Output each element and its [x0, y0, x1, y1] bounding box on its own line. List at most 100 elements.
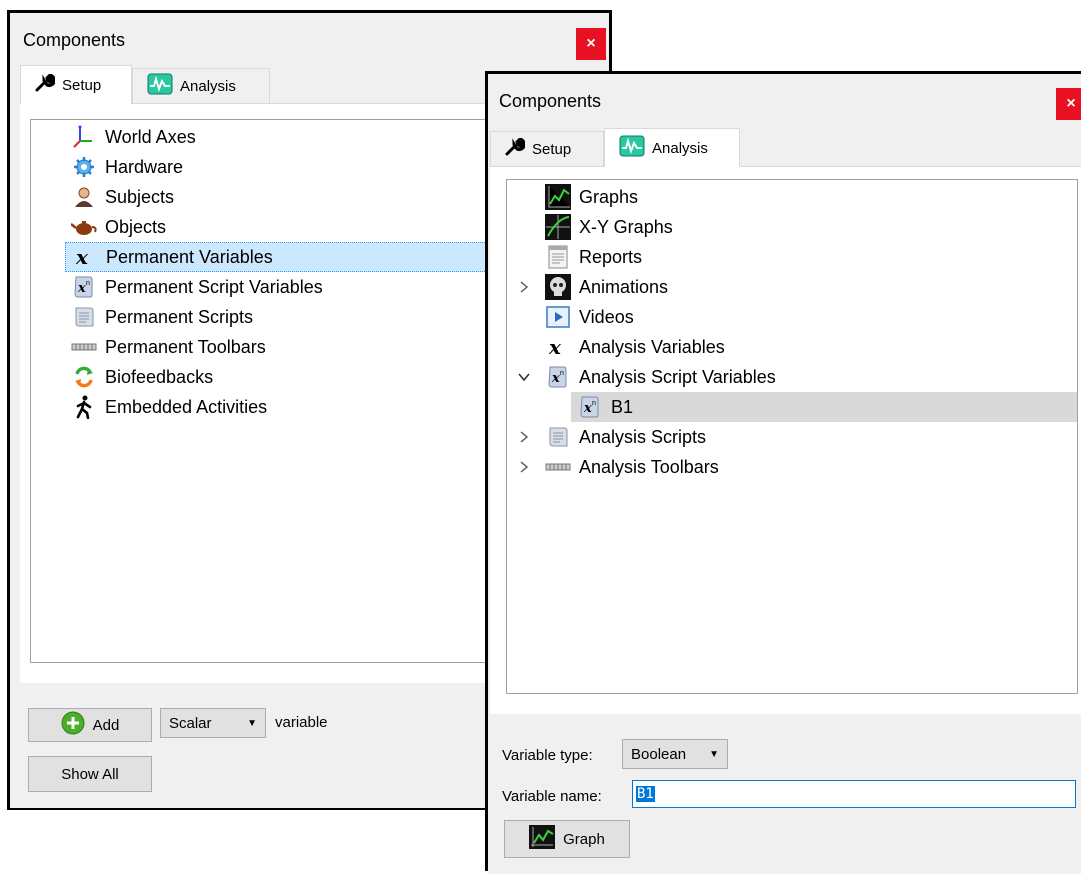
close-button[interactable]: × [1056, 88, 1081, 120]
tree-item-label: Permanent Variables [106, 246, 273, 267]
tree-item-label: B1 [611, 396, 634, 417]
tree-item[interactable]: x n B1 [571, 392, 1077, 422]
show-all-button[interactable]: Show All [28, 756, 152, 792]
scroll-icon [71, 304, 97, 330]
add-button[interactable]: Add [28, 708, 152, 742]
graph-button[interactable]: Graph [504, 820, 630, 858]
tree-item-label: Objects [105, 216, 167, 237]
tree-item-label: World Axes [105, 126, 196, 147]
chevron-right-icon[interactable] [517, 430, 531, 444]
tab-analysis[interactable]: Analysis [604, 128, 740, 167]
tree-item[interactable]: x Analysis Variables [507, 332, 1077, 362]
tree-item-label: Graphs [579, 186, 639, 207]
tree-item[interactable]: x n Analysis Script Variables [507, 362, 1077, 392]
tree-item-label: Permanent Script Variables [105, 276, 323, 297]
teapot-icon [71, 214, 97, 240]
dropdown-arrow-icon: ▼ [709, 748, 719, 760]
svg-text:x: x [75, 245, 89, 269]
tab-setup[interactable]: Setup [490, 131, 604, 166]
tab-analysis[interactable]: Analysis [132, 68, 270, 103]
waveform-icon [147, 73, 173, 99]
close-icon: × [1066, 95, 1076, 112]
tree-item[interactable]: Videos [507, 302, 1077, 332]
script-variable-icon: xn [577, 394, 603, 420]
script-variable-icon: xn [545, 364, 571, 390]
tree-item[interactable]: X-Y Graphs [507, 212, 1077, 242]
variable-type-label: Variable type: [502, 747, 593, 764]
tree-item-label: Reports [579, 246, 643, 267]
tree-item-label: Analysis Variables [579, 336, 725, 357]
add-button-label: Add [92, 716, 120, 734]
xy-graph-icon [545, 214, 571, 240]
variable-type-select[interactable]: Boolean ▼ [622, 739, 728, 769]
variable-type-select-value: Scalar [169, 714, 212, 732]
person-icon [71, 184, 97, 210]
tab-setup-label: Setup [532, 140, 572, 158]
variable-x-icon: x [72, 244, 98, 270]
chevron-right-icon[interactable] [517, 280, 531, 294]
component-tree[interactable]: Graphs X-Y Graphs Reports Animations Videos x… [506, 179, 1078, 694]
window-title: Components [23, 30, 126, 50]
tree-item[interactable]: Animations [507, 272, 1077, 302]
graph-button-label: Graph [563, 830, 605, 848]
svg-text:x: x [551, 371, 560, 386]
tree-item-label: X-Y Graphs [579, 216, 673, 237]
close-button[interactable]: × [576, 28, 606, 60]
video-icon [545, 304, 571, 330]
title-bar[interactable]: Components × [10, 13, 609, 63]
scroll-icon [545, 424, 571, 450]
svg-text:x: x [77, 281, 86, 296]
graph-icon [529, 825, 556, 853]
toolbar-icon [545, 454, 571, 480]
show-all-button-label: Show All [61, 765, 119, 783]
variable-type-select-value: Boolean [631, 745, 687, 763]
gear-icon [71, 154, 97, 180]
svg-text:x: x [583, 401, 592, 416]
chevron-down-icon[interactable] [517, 370, 531, 384]
skull-icon [545, 274, 571, 300]
title-bar[interactable]: Components × [488, 74, 1081, 124]
variable-name-field[interactable]: B1 [632, 780, 1076, 808]
tree-item-label: Analysis Toolbars [579, 456, 719, 477]
tree-item[interactable]: Analysis Toolbars [507, 452, 1077, 482]
tab-analysis-label: Analysis [652, 139, 708, 157]
variable-type-select[interactable]: Scalar ▼ [160, 708, 266, 738]
tab-bar: Setup Analysis [490, 128, 1081, 167]
axes-icon [71, 124, 97, 150]
tree-item[interactable]: Reports [507, 242, 1077, 272]
tree-item-label: Permanent Toolbars [105, 336, 266, 357]
bottom-panel: Variable type: Boolean ▼ Variable name: … [488, 714, 1081, 874]
svg-text:x: x [548, 335, 562, 359]
dropdown-arrow-icon: ▼ [247, 717, 257, 729]
tree-item-label: Subjects [105, 186, 175, 207]
tree-item-label: Analysis Script Variables [579, 366, 776, 387]
toolbar-icon [71, 334, 97, 360]
variable-x-icon: x [545, 334, 571, 360]
feedback-arrows-icon [71, 364, 97, 390]
svg-text:n: n [592, 400, 596, 407]
tab-setup[interactable]: Setup [20, 65, 132, 104]
tree-item-label: Embedded Activities [105, 396, 268, 417]
wrench-icon [35, 73, 56, 96]
tree-item-label: Analysis Scripts [579, 426, 707, 447]
variable-label: variable [275, 714, 328, 731]
tree-item-label: Videos [579, 306, 634, 327]
variable-name-value: B1 [636, 786, 655, 802]
tab-setup-label: Setup [62, 76, 102, 94]
variable-name-label: Variable name: [502, 788, 602, 805]
window-title: Components [499, 91, 602, 111]
svg-text:n: n [86, 280, 90, 287]
tree-item-label: Permanent Scripts [105, 306, 254, 327]
tree-item-label: Hardware [105, 156, 184, 177]
tree-item[interactable]: Graphs [507, 182, 1077, 212]
tree-item-label: Animations [579, 276, 669, 297]
add-plus-icon [61, 711, 85, 739]
graph-icon [545, 184, 571, 210]
tree-item[interactable]: Analysis Scripts [507, 422, 1077, 452]
chevron-right-icon[interactable] [517, 460, 531, 474]
report-icon [545, 244, 571, 270]
wrench-icon [505, 137, 526, 160]
script-variable-icon: xn [71, 274, 97, 300]
waveform-icon [619, 135, 645, 161]
close-icon: × [586, 35, 596, 52]
